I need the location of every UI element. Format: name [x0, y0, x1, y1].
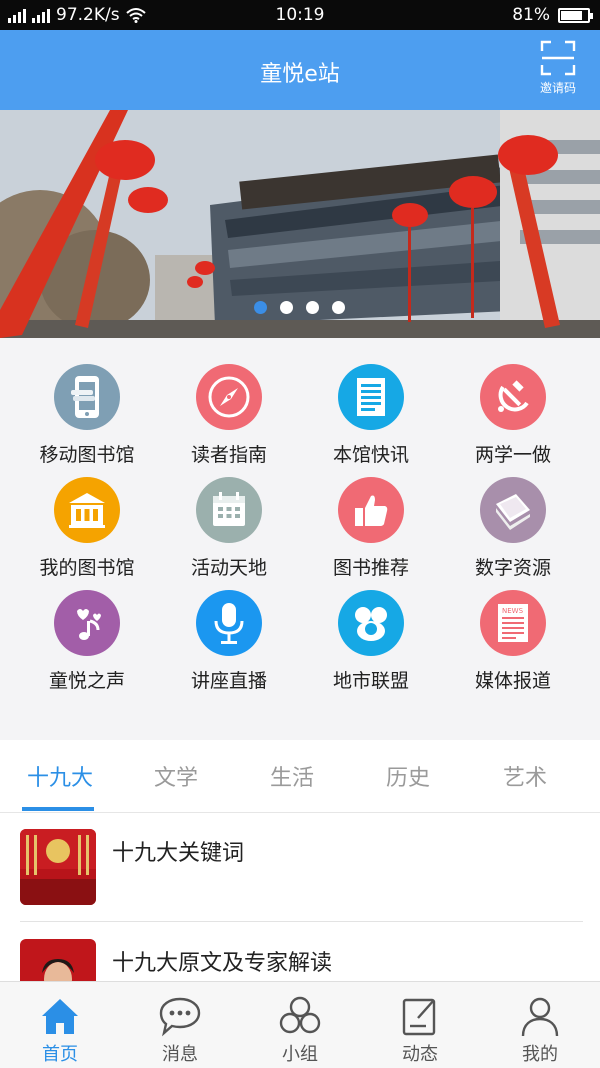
tab-life[interactable]: 生活 [232, 760, 352, 792]
group-icon [279, 996, 321, 1034]
nav-messages[interactable]: 消息 [120, 982, 240, 1068]
nav-me-label: 我的 [522, 1044, 558, 1065]
battery-percent: 81% [512, 5, 550, 25]
page-title: 童悦e站 [260, 62, 340, 87]
tab-active-indicator [22, 807, 94, 811]
list-item-title: 十九大关键词 [112, 841, 245, 866]
grid-item-label: 媒体报道 [474, 670, 551, 692]
list-item[interactable]: 十九大原文及专家解读 [0, 923, 600, 981]
music-note-icon [54, 590, 120, 656]
book-stack-icon [480, 477, 546, 543]
grid-item-my-library[interactable]: 我的图书馆 [12, 451, 162, 579]
list-item[interactable]: 十九大关键词 [0, 813, 600, 923]
scan-icon [540, 40, 576, 76]
calendar-icon [196, 477, 262, 543]
grid-item-media-reports[interactable]: NEWS 媒体报道 [438, 564, 588, 692]
bottom-navigation: 首页 消息 小组 动态 我的 [0, 981, 600, 1068]
tab-nineteenth-congress[interactable]: 十九大 [0, 760, 120, 792]
article-list: 十九大关键词 十九大原文及专家解读 [0, 813, 600, 981]
grid-item-reader-guide[interactable]: 读者指南 [154, 338, 304, 466]
article-thumbnail [20, 939, 96, 981]
nav-feed[interactable]: 动态 [360, 982, 480, 1068]
invite-code-label: 邀请码 [539, 81, 576, 95]
grid-item-label: 讲座直播 [190, 670, 267, 692]
compass-icon [196, 364, 262, 430]
grid-item-voice[interactable]: 童悦之声 [12, 564, 162, 692]
nav-groups[interactable]: 小组 [240, 982, 360, 1068]
article-thumbnail [20, 829, 96, 905]
alliance-people-icon [338, 590, 404, 656]
grid-item-lecture-live[interactable]: 讲座直播 [154, 564, 304, 692]
tab-literature[interactable]: 文学 [116, 760, 236, 792]
home-icon [42, 999, 78, 1034]
grid-item-activities[interactable]: 活动天地 [154, 451, 304, 579]
library-building-icon [54, 477, 120, 543]
edit-note-icon [402, 998, 436, 1036]
nav-me[interactable]: 我的 [480, 982, 600, 1068]
carousel-indicator [254, 301, 345, 314]
grid-item-book-recommend[interactable]: 图书推荐 [296, 451, 446, 579]
nav-groups-label: 小组 [282, 1044, 318, 1065]
nav-feed-label: 动态 [402, 1044, 438, 1065]
list-divider [20, 921, 583, 922]
chat-bubble-icon [159, 997, 201, 1037]
battery-icon [558, 7, 593, 23]
feature-grid: 移动图书馆 读者指南 本馆快讯 两学一做 我的图书馆 活动天地 图书推荐 数字资… [0, 338, 600, 738]
grid-item-city-alliance[interactable]: 地市联盟 [296, 564, 446, 692]
thumbs-up-icon [338, 477, 404, 543]
newspaper-icon: NEWS [480, 590, 546, 656]
category-tabs: 十九大 文学 生活 历史 艺术 [0, 740, 600, 813]
carousel-dot[interactable] [280, 301, 293, 314]
nav-home-label: 首页 [42, 1044, 78, 1065]
hammer-sickle-icon [480, 364, 546, 430]
mobile-library-icon [54, 364, 120, 430]
tab-history[interactable]: 历史 [348, 760, 468, 792]
svg-text:NEWS: NEWS [502, 607, 524, 615]
carousel-dot[interactable] [254, 301, 267, 314]
person-icon [521, 997, 559, 1037]
carousel-dot[interactable] [306, 301, 319, 314]
nav-messages-label: 消息 [162, 1044, 198, 1065]
grid-item-label: 地市联盟 [332, 670, 409, 692]
status-bar: 97.2K/s 10:19 81% [0, 0, 600, 30]
grid-item-library-news[interactable]: 本馆快讯 [296, 338, 446, 466]
grid-item-digital-resources[interactable]: 数字资源 [438, 451, 588, 579]
list-item-title: 十九大原文及专家解读 [112, 951, 333, 976]
grid-item-mobile-library[interactable]: 移动图书馆 [12, 338, 162, 466]
grid-item-label: 童悦之声 [48, 670, 125, 692]
nav-home[interactable]: 首页 [0, 982, 120, 1068]
microphone-icon [196, 590, 262, 656]
news-document-icon [338, 364, 404, 430]
tab-art[interactable]: 艺术 [465, 760, 585, 792]
invite-code-button[interactable]: 邀请码 [534, 40, 582, 96]
grid-item-two-learn-one-do[interactable]: 两学一做 [438, 338, 588, 466]
app-header: 童悦e站 邀请码 [0, 30, 600, 110]
carousel-dot[interactable] [332, 301, 345, 314]
clock: 10:19 [275, 5, 325, 25]
